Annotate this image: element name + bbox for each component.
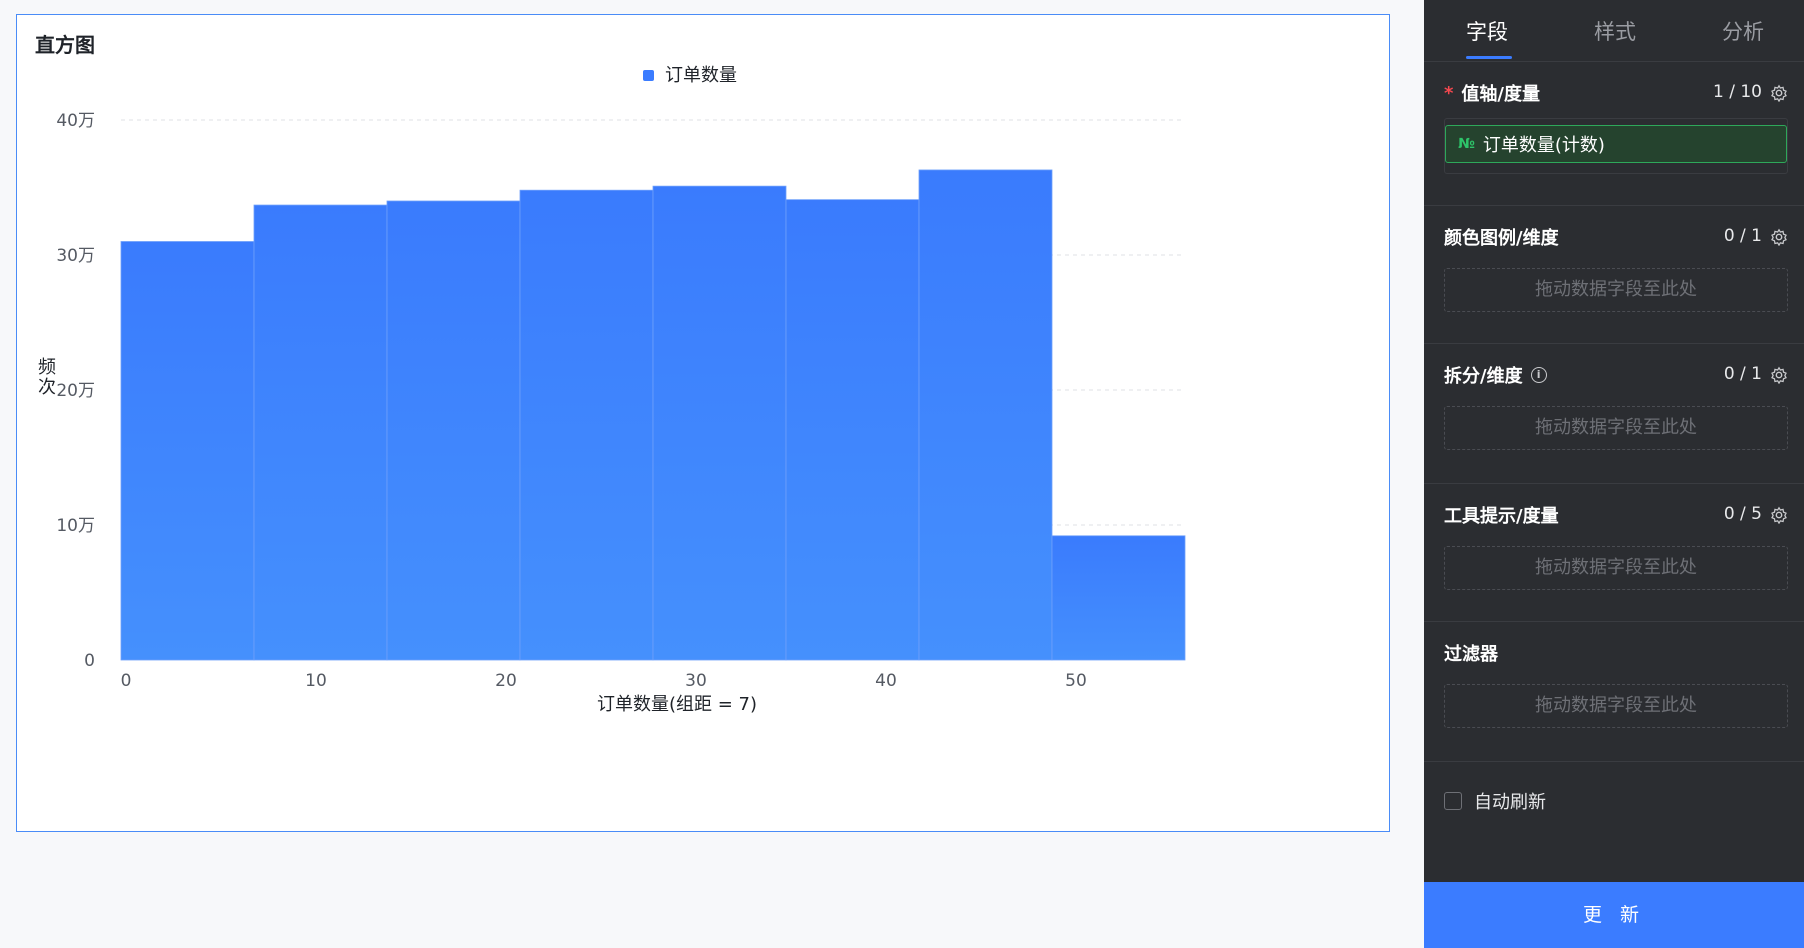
required-mark: * (1444, 82, 1454, 104)
split-dropzone[interactable]: 拖动数据字段至此处 (1444, 406, 1788, 450)
gear-icon[interactable] (1770, 228, 1788, 246)
info-icon[interactable]: i (1530, 367, 1547, 383)
chart-title: 直方图 (35, 33, 95, 57)
histogram-bar (386, 200, 521, 661)
histogram-bar (1051, 535, 1186, 661)
section-value-axis-header: * 值轴/度量 (1444, 80, 1540, 106)
y-tick-label: 20万 (56, 381, 95, 401)
histogram-bar (253, 204, 388, 661)
legend-swatch (643, 70, 654, 81)
tab-fields[interactable]: 字段 (1466, 16, 1508, 46)
histogram-chart: 0 10万 20万 30万 40万 0 10 20 30 40 50 订单数量(组距 = 7) 频次 订单… (38, 65, 1186, 715)
section-filter-title: 过滤器 (1444, 644, 1498, 665)
section-tooltip: 工具提示/度量 0 / 5 拖动数据字段至此处 (1424, 484, 1804, 622)
gear-icon[interactable] (1770, 506, 1788, 524)
main-area: 0 10万 20万 30万 40万 0 10 20 30 40 50 订单数量(组距 = 7) 频次 订单… (0, 0, 1424, 948)
x-tick-label: 30 (685, 671, 707, 691)
split-count: 0 / 1 (1723, 364, 1762, 384)
histogram-bar (519, 189, 654, 661)
x-tick-label: 20 (495, 671, 517, 691)
section-tooltip-title: 工具提示/度量 (1444, 506, 1559, 527)
color-legend-count: 0 / 1 (1723, 226, 1762, 246)
tab-analysis[interactable]: 分析 (1722, 16, 1764, 46)
chart-card[interactable]: 0 10万 20万 30万 40万 0 10 20 30 40 50 订单数量(组距 = 7) 频次 订单… (16, 14, 1390, 832)
y-tick-label: 40万 (56, 111, 95, 131)
filter-dropzone[interactable]: 拖动数据字段至此处 (1444, 684, 1788, 728)
histogram-bar (652, 185, 787, 661)
field-chip-label: 订单数量(计数) (1482, 135, 1605, 156)
x-tick-label: 40 (875, 671, 897, 691)
section-split: 拆分/维度 i 0 / 1 拖动数据字段至此处 (1424, 344, 1804, 484)
histogram-bar (120, 241, 255, 661)
y-tick-label: 30万 (56, 246, 95, 266)
field-chip-order-count[interactable]: № 订单数量(计数) (1445, 125, 1787, 163)
x-tick-label: 10 (305, 671, 327, 691)
section-filter: 过滤器 拖动数据字段至此处 (1424, 622, 1804, 762)
y-tick-label: 10万 (56, 516, 95, 536)
auto-refresh-checkbox[interactable]: 自动刷新 (1444, 788, 1546, 814)
gear-icon[interactable] (1770, 84, 1788, 102)
section-color-legend: 颜色图例/维度 0 / 1 拖动数据字段至此处 (1424, 206, 1804, 344)
gear-icon[interactable] (1770, 366, 1788, 384)
update-button[interactable]: 更 新 (1424, 882, 1804, 948)
panel-tabs: 字段 样式 分析 (1424, 0, 1804, 62)
number-type-icon: № (1458, 136, 1475, 152)
value-axis-count: 1 / 10 (1713, 82, 1762, 102)
x-tick-label: 0 (121, 671, 132, 691)
app-root: 0 10万 20万 30万 40万 0 10 20 30 40 50 订单数量(组距 = 7) 频次 订单… (0, 0, 1804, 948)
color-legend-dropzone[interactable]: 拖动数据字段至此处 (1444, 268, 1788, 312)
checkbox-box[interactable] (1444, 792, 1462, 810)
legend-label: 订单数量 (665, 65, 737, 86)
tab-style[interactable]: 样式 (1594, 16, 1636, 46)
x-tick-label: 50 (1065, 671, 1087, 691)
histogram-bar (785, 199, 920, 661)
active-tab-indicator (1466, 56, 1512, 59)
section-value-axis-title: 值轴/度量 (1461, 84, 1540, 105)
section-split-title: 拆分/维度 (1444, 366, 1523, 387)
y-tick-label: 0 (84, 651, 95, 671)
tooltip-count: 0 / 5 (1723, 504, 1762, 524)
section-color-legend-title: 颜色图例/维度 (1444, 228, 1559, 249)
tooltip-dropzone[interactable]: 拖动数据字段至此处 (1444, 546, 1788, 590)
section-split-header: 拆分/维度 i (1444, 362, 1547, 388)
histogram-bar (918, 169, 1053, 661)
y-axis-label: 频次 (38, 357, 56, 398)
x-axis-label: 订单数量(组距 = 7) (597, 694, 757, 715)
auto-refresh-label: 自动刷新 (1474, 792, 1546, 813)
config-panel: 字段 样式 分析 * 值轴/度量 1 / 10 № 订单数量(计数) 颜色图例/… (1424, 0, 1804, 948)
